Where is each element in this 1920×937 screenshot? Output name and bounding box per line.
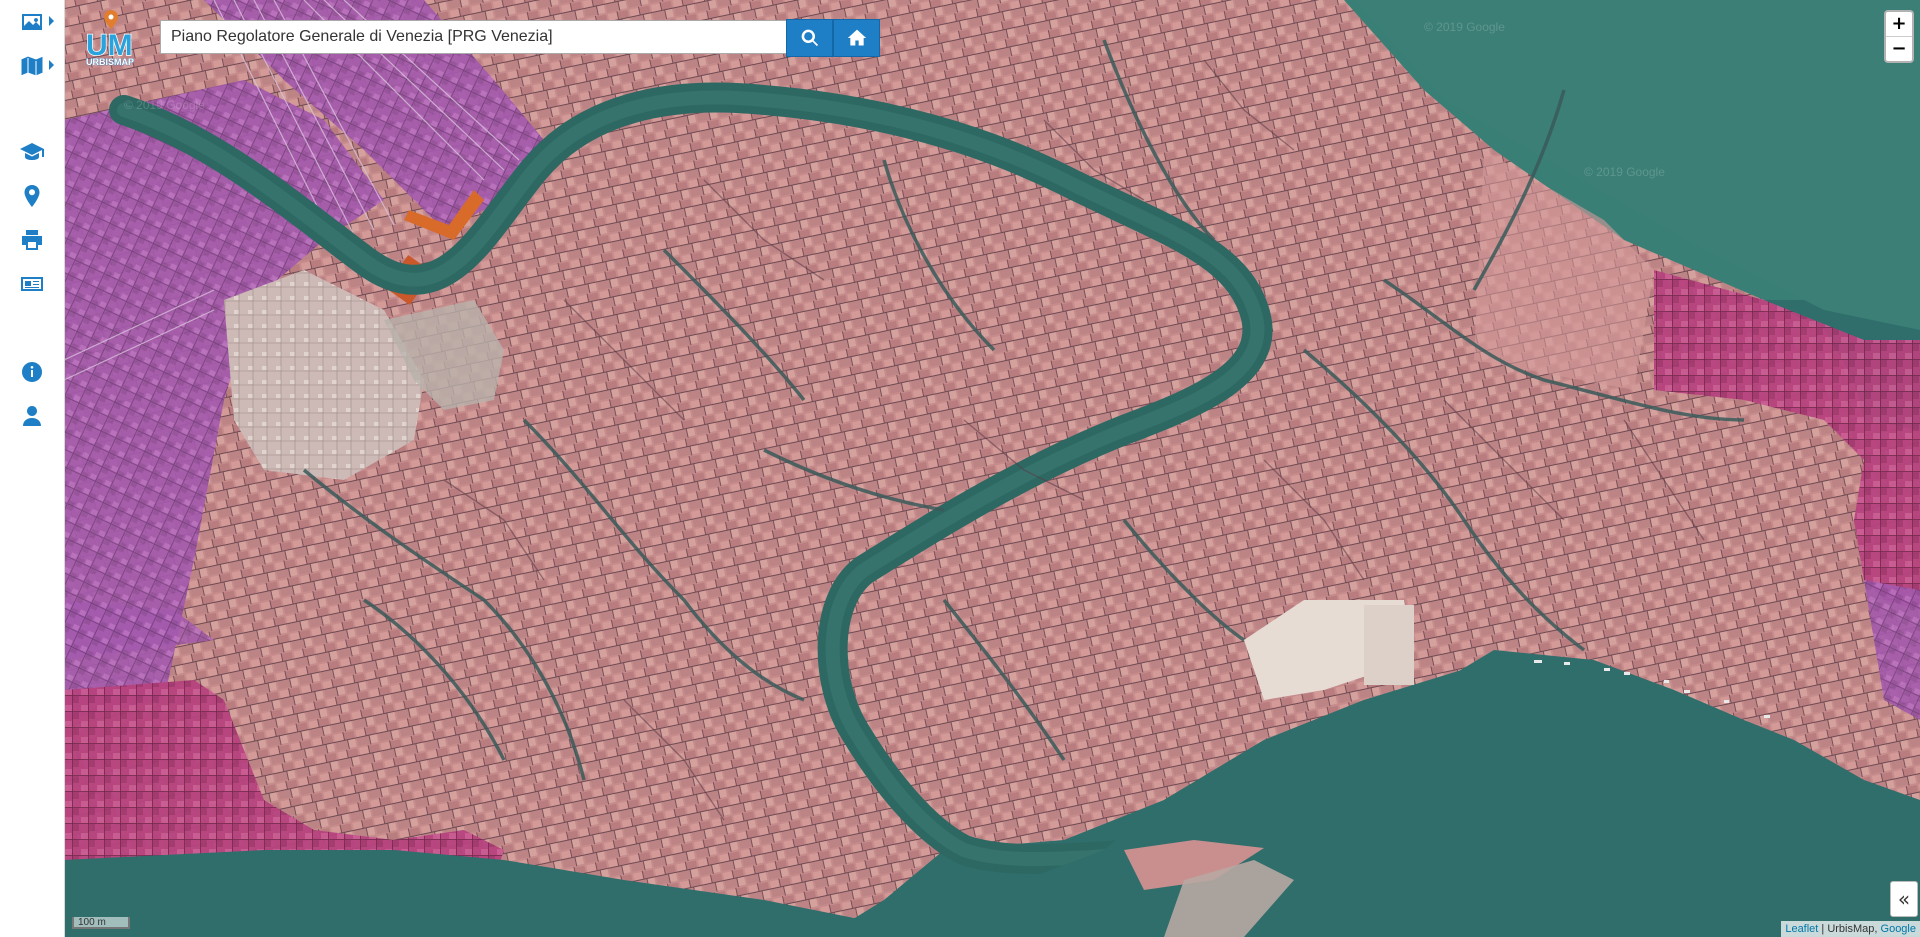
attribution-text: | UrbisMap, bbox=[1818, 923, 1881, 935]
image-layers-button[interactable] bbox=[0, 2, 64, 42]
collapse-panel-button[interactable]: « bbox=[1890, 881, 1918, 917]
search-input[interactable] bbox=[160, 20, 786, 54]
map-marker-icon bbox=[24, 185, 40, 207]
zoom-in-button[interactable]: + bbox=[1886, 12, 1912, 36]
zoom-out-button[interactable]: − bbox=[1886, 36, 1912, 61]
map-canvas[interactable]: © 2019 Google © 2019 Google © 2019 Googl… bbox=[64, 0, 1920, 937]
graduation-cap-icon bbox=[20, 143, 44, 160]
scale-bar: 100 m bbox=[72, 917, 130, 929]
satellite-basemap bbox=[64, 0, 1920, 937]
chevron-right-icon bbox=[49, 16, 54, 26]
zoom-control: + − bbox=[1884, 10, 1914, 63]
map-layers-button[interactable] bbox=[0, 46, 64, 86]
map-attribution: Leaflet | UrbisMap, Google bbox=[1781, 921, 1920, 937]
user-icon bbox=[23, 406, 41, 426]
sidebar bbox=[0, 0, 65, 937]
print-button[interactable] bbox=[0, 220, 64, 260]
google-link[interactable]: Google bbox=[1881, 923, 1916, 935]
info-button[interactable] bbox=[0, 352, 64, 392]
map-watermark: © 2019 Google bbox=[1584, 165, 1665, 179]
print-icon bbox=[22, 230, 42, 250]
user-button[interactable] bbox=[0, 396, 64, 436]
image-layers-icon bbox=[22, 14, 42, 30]
search-bar bbox=[160, 19, 880, 57]
news-button[interactable] bbox=[0, 264, 64, 304]
search-icon bbox=[801, 29, 818, 47]
info-icon bbox=[22, 362, 43, 382]
map-layers-icon bbox=[20, 55, 44, 77]
home-button[interactable] bbox=[833, 19, 880, 57]
education-button[interactable] bbox=[0, 132, 64, 172]
newspaper-icon bbox=[21, 277, 43, 291]
app: © 2019 Google © 2019 Google © 2019 Googl… bbox=[0, 0, 1920, 937]
map-watermark: © 2019 Google bbox=[124, 98, 205, 112]
leaflet-link[interactable]: Leaflet bbox=[1785, 923, 1818, 935]
urbismap-logo: UM URBISMAP bbox=[82, 8, 150, 68]
logo-graphic: UM URBISMAP bbox=[85, 10, 134, 67]
map-watermark: © 2019 Google bbox=[1424, 20, 1505, 34]
logo-text: URBISMAP bbox=[86, 57, 134, 67]
search-button[interactable] bbox=[786, 19, 833, 57]
chevron-right-icon bbox=[49, 60, 54, 70]
home-icon bbox=[847, 29, 866, 46]
marker-button[interactable] bbox=[0, 176, 64, 216]
